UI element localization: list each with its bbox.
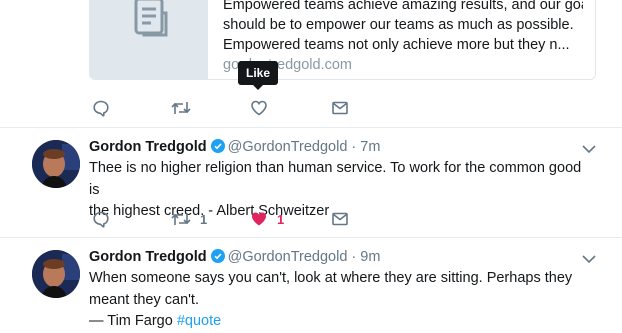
document-icon [134,0,168,37]
author-handle[interactable]: @GordonTredgold [228,139,348,155]
avatar[interactable] [32,250,80,298]
tweet-divider [0,237,622,238]
verified-badge-icon [210,249,225,267]
tweet-menu-button[interactable] [582,251,596,269]
reply-icon [93,211,109,228]
like-button[interactable] [250,98,268,118]
like-tooltip: Like [238,61,279,90]
tweet-timestamp[interactable]: 9m [360,249,380,265]
tweet-text-line: When someone says you can't, look at whe… [89,270,573,286]
like-count: 1 [277,211,285,227]
retweet-button[interactable] [171,98,191,118]
chevron-down-icon [582,255,596,264]
retweet-icon [171,213,191,225]
tweet-text: When someone says you can't, look at whe… [89,268,594,333]
heart-outline-icon [251,100,267,116]
tweet-header: Gordon Tredgold @GordonTredgold · 7m [89,139,380,157]
header-separator: · [351,249,357,265]
verified-badge-icon [210,139,225,157]
link-preview-line: Empowered teams achieve amazing results,… [223,0,583,13]
reply-icon [93,100,109,117]
link-preview-line: Empowered teams not only achieve more bu… [223,37,570,53]
retweet-button[interactable]: 1 [171,209,207,229]
header-separator: · [351,139,357,155]
retweet-icon [171,102,191,114]
avatar-image [32,250,80,298]
direct-message-button[interactable] [331,98,349,118]
link-preview-card[interactable]: Empowered teams achieve amazing results,… [89,0,596,80]
tweet-header: Gordon Tredgold @GordonTredgold · 9m [89,249,380,267]
heart-filled-icon [252,212,266,226]
chevron-down-icon [582,145,596,154]
tweet-text-line: meant they can't. [89,291,199,308]
envelope-icon [332,212,348,226]
tweet-timestamp[interactable]: 7m [360,139,380,155]
retweet-count: 1 [200,211,208,227]
envelope-icon [332,101,348,115]
quote-attribution: — Tim Fargo [89,313,177,329]
tweet-text-line: Thee is no higher religion than human se… [89,160,582,198]
tweet-menu-button[interactable] [582,141,596,159]
author-name[interactable]: Gordon Tredgold [89,139,207,155]
author-handle[interactable]: @GordonTredgold [228,249,348,265]
reply-button[interactable] [92,209,110,229]
reply-button[interactable] [92,98,110,118]
avatar[interactable] [32,140,80,188]
hashtag-link[interactable]: #quote [177,313,221,329]
tweet-divider [0,127,622,128]
link-preview-line: should be to empower our teams as much a… [223,17,574,33]
author-name[interactable]: Gordon Tredgold [89,249,207,265]
like-button[interactable]: 1 [250,209,284,229]
link-preview-thumbnail [90,0,208,79]
direct-message-button[interactable] [331,209,349,229]
avatar-image [32,140,80,188]
tweet-text-line: — Tim Fargo #quote [89,311,594,333]
